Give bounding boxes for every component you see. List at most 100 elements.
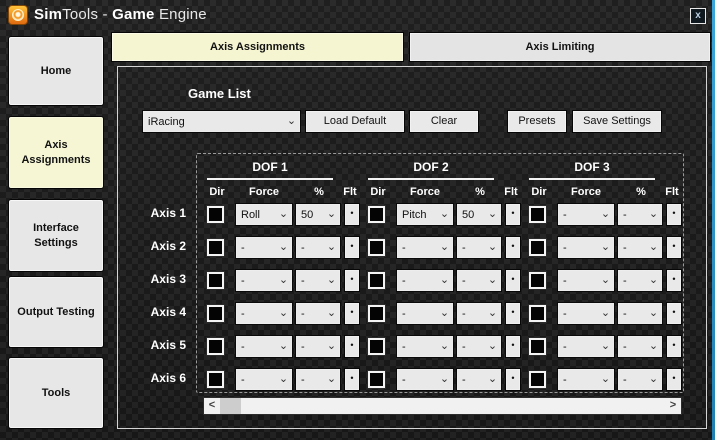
- percent-dropdown[interactable]: 50 ⌄: [296, 204, 340, 225]
- force-dropdown[interactable]: Roll ⌄: [236, 204, 292, 225]
- percent-dropdown[interactable]: - ⌄: [618, 303, 662, 324]
- axis-row-label: Axis 3: [150, 272, 186, 286]
- percent-dropdown[interactable]: - ⌄: [296, 270, 340, 291]
- tab-axis-assignments[interactable]: Axis Assignments: [112, 33, 403, 61]
- dir-checkbox[interactable]: [529, 206, 546, 223]
- percent-dropdown[interactable]: - ⌄: [457, 369, 501, 390]
- dir-checkbox[interactable]: [368, 272, 385, 289]
- force-dropdown[interactable]: - ⌄: [558, 369, 614, 390]
- percent-dropdown[interactable]: - ⌄: [296, 369, 340, 390]
- scroll-right-icon[interactable]: >: [665, 398, 681, 414]
- dir-checkbox[interactable]: [368, 239, 385, 256]
- force-dropdown[interactable]: - ⌄: [558, 270, 614, 291]
- force-dropdown[interactable]: - ⌄: [397, 303, 453, 324]
- percent-dropdown[interactable]: - ⌄: [618, 237, 662, 258]
- flt-button[interactable]: •: [506, 270, 520, 291]
- flt-button[interactable]: •: [667, 336, 681, 357]
- percent-dropdown[interactable]: - ⌄: [296, 336, 340, 357]
- flt-button[interactable]: •: [345, 303, 359, 324]
- force-dropdown[interactable]: - ⌄: [236, 270, 292, 291]
- dir-checkbox[interactable]: [207, 338, 224, 355]
- load-default-button[interactable]: Load Default: [306, 111, 404, 132]
- dir-checkbox[interactable]: [529, 272, 546, 289]
- flt-button[interactable]: •: [506, 303, 520, 324]
- sidebar-item-axis-assignments[interactable]: Axis Assignments: [9, 117, 103, 188]
- percent-dropdown[interactable]: - ⌄: [618, 336, 662, 357]
- percent-dropdown[interactable]: 50 ⌄: [457, 204, 501, 225]
- clear-button[interactable]: Clear: [410, 111, 478, 132]
- flt-button[interactable]: •: [667, 303, 681, 324]
- flt-button[interactable]: •: [506, 336, 520, 357]
- dir-checkbox[interactable]: [207, 206, 224, 223]
- flt-button[interactable]: •: [345, 270, 359, 291]
- dir-checkbox[interactable]: [529, 371, 546, 388]
- title-part: Engine: [154, 6, 207, 23]
- dir-checkbox[interactable]: [207, 371, 224, 388]
- dir-checkbox[interactable]: [529, 305, 546, 322]
- force-dropdown[interactable]: - ⌄: [236, 369, 292, 390]
- force-dropdown[interactable]: - ⌄: [397, 270, 453, 291]
- force-dropdown[interactable]: - ⌄: [397, 237, 453, 258]
- percent-dropdown[interactable]: - ⌄: [457, 237, 501, 258]
- force-dropdown[interactable]: - ⌄: [558, 204, 614, 225]
- flt-button[interactable]: •: [345, 369, 359, 390]
- flt-button[interactable]: •: [667, 270, 681, 291]
- percent-dropdown[interactable]: - ⌄: [457, 336, 501, 357]
- force-dropdown[interactable]: - ⌄: [558, 303, 614, 324]
- save-settings-button[interactable]: Save Settings: [573, 111, 661, 132]
- dir-checkbox[interactable]: [368, 338, 385, 355]
- dir-checkbox[interactable]: [368, 305, 385, 322]
- dir-checkbox[interactable]: [207, 305, 224, 322]
- percent-dropdown[interactable]: - ⌄: [457, 303, 501, 324]
- percent-dropdown[interactable]: - ⌄: [618, 204, 662, 225]
- force-dropdown[interactable]: - ⌄: [558, 237, 614, 258]
- percent-dropdown[interactable]: - ⌄: [296, 237, 340, 258]
- title-bar: SimTools - Game Engine x: [0, 0, 715, 30]
- percent-dropdown[interactable]: - ⌄: [296, 303, 340, 324]
- chevron-down-icon: ⌄: [439, 208, 450, 220]
- force-dropdown[interactable]: - ⌄: [236, 303, 292, 324]
- horizontal-scrollbar[interactable]: < >: [204, 398, 681, 414]
- scrollbar-thumb[interactable]: [220, 398, 241, 414]
- percent-dropdown[interactable]: - ⌄: [618, 270, 662, 291]
- dir-checkbox[interactable]: [207, 272, 224, 289]
- tab-axis-limiting[interactable]: Axis Limiting: [410, 33, 710, 61]
- dir-checkbox[interactable]: [207, 239, 224, 256]
- dir-checkbox[interactable]: [529, 338, 546, 355]
- force-dropdown[interactable]: - ⌄: [397, 369, 453, 390]
- force-dropdown[interactable]: - ⌄: [236, 237, 292, 258]
- flt-button[interactable]: •: [345, 237, 359, 258]
- flt-button[interactable]: •: [667, 369, 681, 390]
- percent-dropdown[interactable]: - ⌄: [457, 270, 501, 291]
- sidebar-item-home[interactable]: Home: [9, 37, 103, 105]
- dir-checkbox[interactable]: [368, 371, 385, 388]
- presets-button[interactable]: Presets: [508, 111, 566, 132]
- force-dropdown[interactable]: - ⌄: [397, 336, 453, 357]
- flt-button[interactable]: •: [667, 204, 681, 225]
- flt-button[interactable]: •: [345, 336, 359, 357]
- force-dropdown[interactable]: - ⌄: [558, 336, 614, 357]
- flt-button[interactable]: •: [506, 204, 520, 225]
- scroll-left-icon[interactable]: <: [204, 398, 220, 414]
- axis-row: - ⌄ - ⌄ • - ⌄ - ⌄ • - ⌄ - ⌄ •: [197, 237, 683, 258]
- dir-checkbox[interactable]: [529, 239, 546, 256]
- force-dropdown[interactable]: - ⌄: [236, 336, 292, 357]
- flt-button[interactable]: •: [506, 369, 520, 390]
- chevron-down-icon: ⌄: [487, 373, 498, 385]
- sidebar-item-interface-settings[interactable]: Interface Settings: [9, 200, 103, 271]
- chevron-down-icon: ⌄: [439, 274, 450, 286]
- flt-button[interactable]: •: [667, 237, 681, 258]
- flt-button[interactable]: •: [506, 237, 520, 258]
- chevron-down-icon: ⌄: [439, 307, 450, 319]
- dir-checkbox[interactable]: [368, 206, 385, 223]
- flt-dot-icon: •: [672, 274, 676, 284]
- percent-dropdown[interactable]: - ⌄: [618, 369, 662, 390]
- sidebar-item-tools[interactable]: Tools: [9, 358, 103, 428]
- close-button[interactable]: x: [690, 8, 706, 24]
- axis-row: - ⌄ - ⌄ • - ⌄ - ⌄ • - ⌄ - ⌄ •: [197, 303, 683, 324]
- sidebar-item-output-testing[interactable]: Output Testing: [9, 277, 103, 347]
- force-dropdown[interactable]: Pitch ⌄: [397, 204, 453, 225]
- percent-dropdown-value: -: [623, 274, 627, 287]
- game-list-dropdown[interactable]: iRacing ⌄: [143, 111, 300, 132]
- flt-button[interactable]: •: [345, 204, 359, 225]
